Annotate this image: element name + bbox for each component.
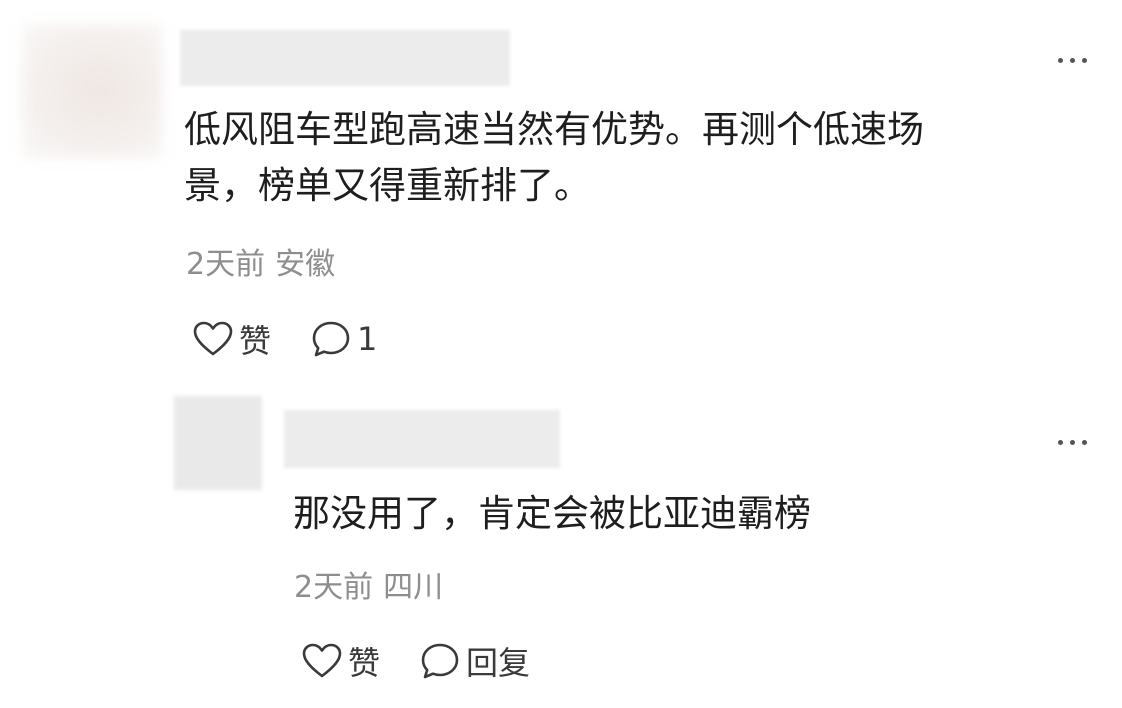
comment-time: 2天前 [186,247,266,282]
more-options-icon[interactable] [1058,50,1087,70]
reply-meta: 2天前 四川 [294,568,443,608]
reply-location: 四川 [383,570,444,605]
dot [1070,57,1075,63]
comment-bubble-icon [312,321,350,357]
reply-actions: 赞 回复 [302,638,570,684]
dot [1058,57,1063,63]
dot [1082,57,1087,63]
comment-bubble-icon [421,643,459,679]
reply-time: 2天前 [294,570,374,605]
heart-icon [193,321,233,356]
comment-text: 低风阻车型跑高速当然有优势。再测个低速场 景，榜单又得重新排了。 [184,102,1064,214]
reply-more-options-icon[interactable] [1058,432,1087,452]
reply-avatar[interactable] [174,396,262,490]
like-button[interactable]: 赞 [193,316,271,362]
comment-text-line-2: 景，榜单又得重新排了。 [184,164,591,207]
comment-text-line-1: 低风阻车型跑高速当然有优势。再测个低速场 [184,108,924,151]
reply-like-button[interactable]: 赞 [302,638,380,684]
dot [1082,439,1087,445]
reply-count: 1 [357,320,378,358]
like-label: 赞 [239,322,272,360]
reply-button[interactable]: 回复 [420,638,530,684]
dot [1070,439,1075,445]
reply-username-blurred[interactable] [284,410,560,468]
avatar[interactable] [22,24,162,158]
username-blurred[interactable] [180,30,510,86]
reply-count-button[interactable]: 1 [311,320,377,358]
reply-like-label: 赞 [348,644,381,682]
comment-actions: 赞 1 [193,316,417,362]
reply-text: 那没用了，肯定会被比亚迪霸榜 [293,492,811,535]
comment-location: 安徽 [275,247,336,282]
reply-label: 回复 [466,644,531,682]
dot [1058,439,1063,445]
heart-icon [302,643,342,678]
comment-meta: 2天前 安徽 [186,245,335,285]
